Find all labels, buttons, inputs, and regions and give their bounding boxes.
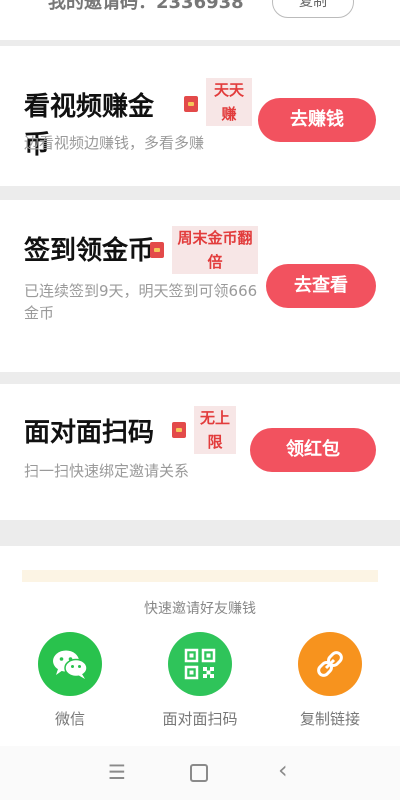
share-qr-code-label: 面对面扫码 xyxy=(162,710,238,728)
red-envelope-icon xyxy=(184,96,198,112)
quick-invite-title: 快速邀请好友赚钱 xyxy=(144,601,256,617)
task-title: 面对面扫码 xyxy=(24,418,155,448)
wechat-icon xyxy=(38,632,102,696)
invite-code-text: 我的邀请码：2336938 xyxy=(48,0,244,13)
task-tag: 无上限 xyxy=(172,406,236,454)
task-description: 扫一扫快速绑定邀请关系 xyxy=(24,462,190,480)
home-icon[interactable] xyxy=(190,760,208,782)
task-tag: 周末金币翻倍 xyxy=(150,226,258,274)
share-wechat[interactable]: 微信 xyxy=(10,632,130,729)
red-envelope-icon xyxy=(172,422,186,438)
task-title: 签到领金币 xyxy=(24,236,155,266)
qr-code-icon xyxy=(168,632,232,696)
task-tag-text: 周末金币翻倍 xyxy=(172,226,258,274)
share-wechat-label: 微信 xyxy=(54,710,85,728)
task-card-check-in: 签到领金币 已连续签到9天，明天签到可领666金币 周末金币翻倍 去查看 xyxy=(0,200,400,372)
quick-invite-section: 快速邀请好友赚钱 微信 面对面扫码 复制链接 xyxy=(0,546,400,746)
divider-stripe xyxy=(22,570,378,582)
system-navigation-bar: ☰ ‹ xyxy=(0,746,400,800)
earn-money-button[interactable]: 去赚钱 xyxy=(258,98,376,142)
link-icon xyxy=(298,632,362,696)
task-tag-text: 无上限 xyxy=(194,406,236,454)
task-tag-text: 天天赚 xyxy=(206,78,252,126)
task-card-watch-video: 看视频赚金币 边看视频边赚钱，多看多赚 天天赚 去赚钱 xyxy=(0,46,400,186)
task-description: 边看视频边赚钱，多看多赚 xyxy=(24,134,205,152)
menu-icon[interactable]: ☰ xyxy=(108,760,126,784)
task-description: 已连续签到9天，明天签到可领666金币 xyxy=(24,282,258,322)
get-red-packet-button[interactable]: 领红包 xyxy=(250,428,376,472)
red-envelope-icon xyxy=(150,242,164,258)
share-qr-code[interactable]: 面对面扫码 xyxy=(140,632,260,729)
share-copy-link[interactable]: 复制链接 xyxy=(270,632,390,729)
task-tag: 天天赚 xyxy=(184,78,252,126)
share-copy-link-label: 复制链接 xyxy=(299,710,360,728)
invite-code-card: 我的邀请码：2336938 复制 xyxy=(0,0,400,40)
view-check-in-button[interactable]: 去查看 xyxy=(266,264,376,308)
task-card-face-to-face: 面对面扫码 扫一扫快速绑定邀请关系 无上限 领红包 xyxy=(0,384,400,520)
copy-invite-code-button[interactable]: 复制 xyxy=(272,0,354,18)
back-icon[interactable]: ‹ xyxy=(278,756,288,784)
